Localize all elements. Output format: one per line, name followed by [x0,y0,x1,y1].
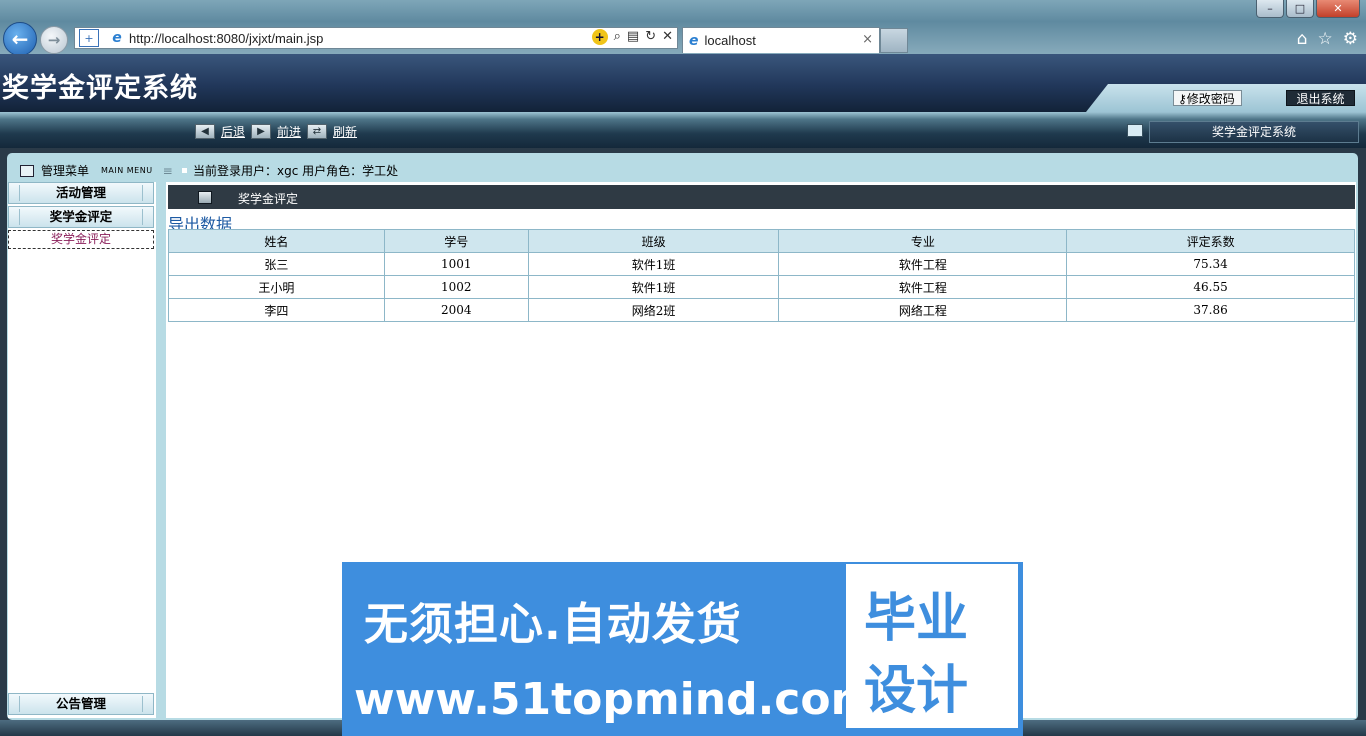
menu-title: 管理菜单 [41,164,90,178]
favorites-star-icon[interactable]: ☆ [1318,29,1333,49]
forward-arrow-icon: → [47,31,61,49]
refresh-icon[interactable]: ↻ [645,29,656,45]
bullet-icon [182,168,187,173]
key-icon: ⚷ [1178,92,1187,106]
table-header-row: 姓名 学号 班级 专业 评定系数 [168,229,1355,253]
search-icon[interactable]: ⌕ [614,29,621,45]
content-title: 奖学金评定 [238,192,299,206]
play-icon [198,191,212,204]
ie-page-icon: e [112,30,122,46]
watermark-badge-line1: 毕业 [864,589,969,649]
address-url[interactable]: http://localhost:8080/jxjxt/main.jsp [129,31,323,46]
cell-score: 46.55 [1066,275,1355,299]
sidebar-subitem-scholarship-evaluation[interactable]: 奖学金评定 [8,230,154,249]
cell-class: 软件1班 [527,275,780,299]
cell-name: 王小明 [168,275,385,299]
cell-score: 75.34 [1066,252,1355,276]
cell-student-id: 1001 [383,252,529,276]
cell-score: 37.86 [1066,298,1355,322]
tab-title: localhost [704,33,756,48]
menu-collapse-icon[interactable]: ≡ [163,164,173,178]
forward-icon: ▶ [251,124,271,139]
column-header-score[interactable]: 评定系数 [1066,229,1355,253]
sidebar-item-announcement[interactable]: 公告管理 [8,693,154,715]
toolbar-back-button[interactable]: ◀ 后退 [195,123,245,140]
compatibility-icon[interactable]: + [79,29,99,47]
watermark-badge: 毕业 设计 [846,564,1018,728]
table-row[interactable]: 王小明 1002 软件1班 软件工程 46.55 [168,275,1355,299]
cell-major: 软件工程 [778,252,1068,276]
back-icon: ◀ [195,124,215,139]
change-password-label: 修改密码 [1186,92,1235,106]
sidebar-item-scholarship[interactable]: 奖学金评定 [8,206,154,228]
cell-student-id: 1002 [383,275,529,299]
browser-forward-button[interactable]: → [40,26,68,54]
sidebar: 活动管理 奖学金评定 奖学金评定 公告管理 [8,182,156,718]
addon-icon[interactable]: + [591,29,608,45]
scholarship-table: 姓名 学号 班级 专业 评定系数 张三 1001 软件1班 软件工程 75.34… [168,229,1355,322]
menu-subtitle: MAIN MENU [101,166,153,175]
address-bar[interactable]: + e http://localhost:8080/jxjxt/main.jsp… [74,27,678,49]
change-password-button[interactable]: ⚷修改密码 [1173,90,1242,106]
toolbar-refresh-label: 刷新 [333,125,358,139]
stop-icon[interactable]: ✕ [662,29,673,45]
browser-chrome: – □ ✕ ← → + e http://localhost:8080/jxjx… [0,0,1366,56]
gear-icon[interactable]: ⚙ [1343,29,1358,49]
close-window-button[interactable]: ✕ [1316,0,1360,18]
cell-class: 软件1班 [527,252,780,276]
cell-name: 张三 [168,252,385,276]
toolbar-back-label: 后退 [221,125,246,139]
watermark-badge-line2: 设计 [864,661,969,721]
toolbar-forward-button[interactable]: ▶ 前进 [251,123,301,140]
new-tab-button[interactable] [880,28,908,53]
browser-tools: ⌂ ☆ ⚙ [1297,29,1358,49]
minimize-button[interactable]: – [1256,0,1284,18]
browser-tab[interactable]: e localhost × [682,27,880,53]
app-header: 奖学金评定系统 ⚷修改密码 退出系统 [0,54,1366,112]
cell-class: 网络2班 [527,298,780,322]
watermark-text: 无须担心.自动发货 [364,599,742,650]
cell-student-id: 2004 [383,298,529,322]
column-header-student-id[interactable]: 学号 [383,229,529,253]
table-row[interactable]: 张三 1001 软件1班 软件工程 75.34 [168,252,1355,276]
menu-icon [20,164,34,177]
browser-back-button[interactable]: ← [3,22,37,56]
ie-tab-icon: e [689,32,699,49]
column-header-class[interactable]: 班级 [527,229,780,253]
user-info-text: 当前登录用户：xgc 用户角色：学工处 [193,164,399,178]
watermark-url: www.51topmind.com [354,674,877,725]
column-header-name[interactable]: 姓名 [168,229,385,253]
back-arrow-icon: ← [11,27,29,51]
compat-view-icon[interactable]: ▤ [627,29,639,45]
monitor-icon [1127,124,1143,137]
cell-name: 李四 [168,298,385,322]
sidebar-item-activity[interactable]: 活动管理 [8,182,154,204]
toolbar-refresh-button[interactable]: ⇄ 刷新 [307,123,357,140]
window-controls: – □ ✕ [1256,0,1360,18]
content-title-bar: 奖学金评定 [168,185,1355,209]
system-name-box: 奖学金评定系统 [1149,121,1359,143]
column-header-major[interactable]: 专业 [778,229,1068,253]
refresh-icon: ⇄ [307,124,327,139]
menu-header: 管理菜单 MAIN MENU ≡ [20,162,173,179]
home-icon[interactable]: ⌂ [1297,29,1308,49]
user-info: 当前登录用户：xgc 用户角色：学工处 [182,162,398,179]
cell-major: 网络工程 [778,298,1068,322]
toolbar-forward-label: 前进 [277,125,302,139]
watermark-banner: 无须担心.自动发货 www.51topmind.com 毕业 设计 [342,562,1023,736]
maximize-button[interactable]: □ [1286,0,1314,18]
app-title: 奖学金评定系统 [2,73,198,104]
table-row[interactable]: 李四 2004 网络2班 网络工程 37.86 [168,298,1355,322]
logout-button[interactable]: 退出系统 [1286,90,1355,106]
tab-close-icon[interactable]: × [862,32,873,47]
cell-major: 软件工程 [778,275,1068,299]
